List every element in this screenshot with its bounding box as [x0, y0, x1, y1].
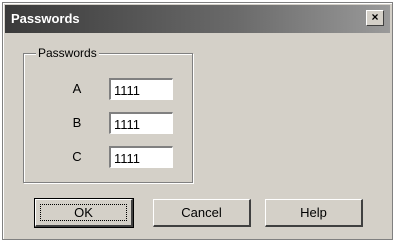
- close-icon: ×: [371, 10, 379, 24]
- help-button[interactable]: Help: [265, 199, 363, 227]
- help-button-label: Help: [300, 205, 327, 220]
- title-bar[interactable]: Passwords ×: [5, 5, 390, 33]
- window-title: Passwords: [11, 11, 80, 26]
- password-c-field[interactable]: [109, 146, 173, 168]
- cancel-button[interactable]: Cancel: [153, 199, 251, 227]
- label-b: B: [72, 115, 82, 130]
- cancel-button-label: Cancel: [181, 205, 222, 220]
- passwords-groupbox: Passwords A B C: [23, 46, 193, 183]
- password-b-field[interactable]: [109, 112, 173, 134]
- label-a: A: [72, 81, 82, 96]
- close-button[interactable]: ×: [366, 10, 384, 26]
- ok-button[interactable]: OK: [34, 198, 134, 228]
- label-c: C: [72, 149, 82, 164]
- password-a-field[interactable]: [109, 78, 173, 100]
- passwords-dialog: Passwords × Passwords A B C OK Cancel He…: [2, 2, 393, 240]
- focus-rectangle: [40, 204, 127, 221]
- groupbox-label: Passwords: [36, 46, 99, 60]
